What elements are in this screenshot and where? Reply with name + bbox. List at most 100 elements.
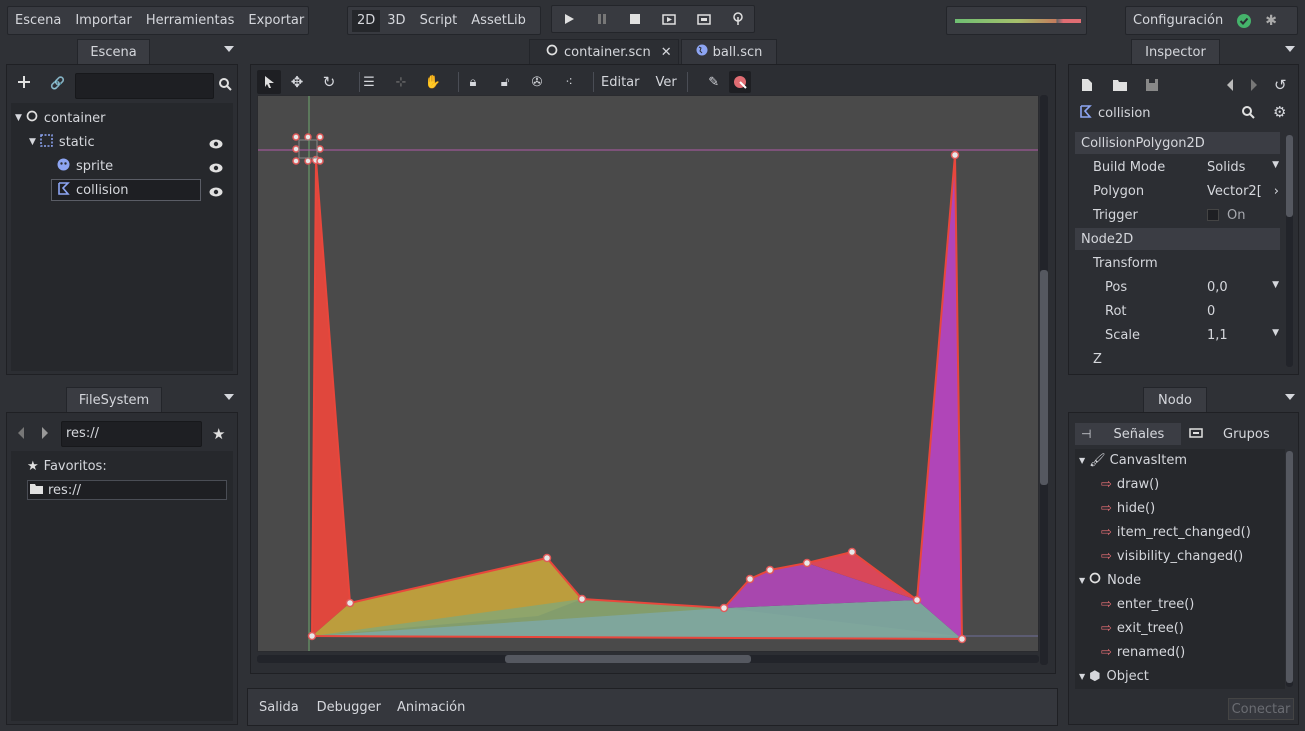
pivot-icon[interactable]: ⊹ bbox=[385, 75, 417, 90]
filesystem-dock-tab[interactable]: FileSystem bbox=[66, 387, 162, 412]
class-canvasitem[interactable]: ▼ 🖌︎ CanvasItem bbox=[1079, 449, 1187, 471]
vertical-scrollbar[interactable] bbox=[1040, 95, 1048, 665]
tree-item-static[interactable]: ▼ static bbox=[29, 131, 95, 153]
tab-signals[interactable]: ⊣ Señales bbox=[1075, 423, 1181, 445]
menu-export[interactable]: Exportar bbox=[241, 7, 311, 34]
mode-script[interactable]: Script bbox=[413, 7, 465, 34]
pencil-icon[interactable]: ✎ bbox=[699, 75, 729, 90]
close-icon[interactable]: ✕ bbox=[661, 45, 672, 60]
tab-container-scn[interactable]: container.scn ✕ bbox=[529, 39, 679, 64]
play-custom-icon[interactable] bbox=[690, 6, 718, 32]
build-mode-select[interactable]: Solids ▼ bbox=[1207, 160, 1279, 175]
signal-item[interactable]: ⇨ exit_tree() bbox=[1101, 617, 1184, 639]
group-icon[interactable]: ✇ bbox=[521, 75, 553, 90]
save-icon[interactable] bbox=[1145, 78, 1159, 96]
edit-menu[interactable]: Editar bbox=[601, 75, 640, 90]
visibility-eye-icon[interactable] bbox=[209, 162, 223, 177]
mode-2d[interactable]: 2D bbox=[352, 9, 381, 32]
deploy-icon[interactable] bbox=[725, 6, 751, 32]
pos-value[interactable]: 0,0 ▼ bbox=[1207, 280, 1279, 295]
search-icon[interactable] bbox=[219, 78, 232, 95]
unlock-icon[interactable]: 🔓︎ bbox=[489, 75, 521, 90]
menu-import[interactable]: Importar bbox=[68, 7, 138, 34]
ungroup-icon[interactable]: ⁖ bbox=[553, 75, 585, 90]
inspector-scroll-thumb[interactable] bbox=[1286, 135, 1293, 217]
output-tab[interactable]: Salida bbox=[259, 700, 299, 715]
signal-item[interactable]: ⇨ renamed() bbox=[1101, 641, 1185, 663]
signal-item[interactable]: ⇨ visibility_changed() bbox=[1101, 545, 1243, 567]
menu-tools[interactable]: Herramientas bbox=[139, 7, 242, 34]
new-resource-icon[interactable] bbox=[1081, 78, 1093, 96]
scene-search-input[interactable] bbox=[75, 73, 214, 99]
history-back-icon[interactable] bbox=[1226, 79, 1234, 95]
filesystem-dock-menu-icon[interactable] bbox=[224, 394, 234, 400]
class-object[interactable]: ▼ ⬢ Object bbox=[1079, 665, 1149, 687]
trigger-checkbox[interactable]: On bbox=[1207, 208, 1245, 223]
signals-scrollbar[interactable] bbox=[1286, 451, 1293, 687]
view-menu[interactable]: Ver bbox=[656, 75, 677, 90]
expand-arrow-icon[interactable]: ▼ bbox=[29, 137, 36, 147]
scale-value[interactable]: 1,1 ▼ bbox=[1207, 328, 1279, 343]
tree-item-collision[interactable]: collision bbox=[51, 179, 201, 201]
visibility-eye-icon[interactable] bbox=[209, 138, 223, 153]
polygon-value-button[interactable]: Vector2[› bbox=[1207, 184, 1279, 199]
expand-arrow-icon[interactable]: ▼ bbox=[15, 113, 22, 123]
forward-arrow-icon[interactable] bbox=[41, 427, 49, 443]
node-dock-tab[interactable]: Nodo bbox=[1143, 387, 1207, 412]
animation-tab[interactable]: Animación bbox=[397, 700, 465, 715]
erase-point-icon[interactable] bbox=[728, 71, 751, 93]
play-scene-icon[interactable] bbox=[655, 6, 683, 32]
play-icon[interactable] bbox=[556, 6, 582, 32]
list-select-icon[interactable]: ☰ bbox=[353, 75, 385, 90]
pan-tool-icon[interactable]: ✋ bbox=[417, 75, 449, 90]
viewport[interactable] bbox=[257, 95, 1039, 652]
inspector-dock-tab[interactable]: Inspector bbox=[1131, 39, 1220, 64]
vscroll-thumb[interactable] bbox=[1040, 270, 1048, 485]
link-icon[interactable]: 🔗 bbox=[50, 76, 65, 90]
hscroll-thumb[interactable] bbox=[505, 655, 751, 663]
menu-scene[interactable]: Escena bbox=[8, 7, 68, 34]
history-icon[interactable]: ↺ bbox=[1274, 76, 1287, 94]
class-node[interactable]: ▼ Node bbox=[1079, 569, 1141, 591]
debugger-tab[interactable]: Debugger bbox=[317, 700, 381, 715]
signal-item[interactable]: ⇨ item_rect_changed() bbox=[1101, 521, 1251, 543]
section-collisionpolygon2d[interactable]: CollisionPolygon2D bbox=[1075, 132, 1280, 154]
add-node-icon[interactable] bbox=[17, 75, 31, 93]
settings-button[interactable]: Configuración bbox=[1126, 7, 1230, 34]
signal-item[interactable]: ⇨ enter_tree() bbox=[1101, 593, 1194, 615]
stop-icon[interactable] bbox=[622, 6, 648, 32]
scene-dock-menu-icon[interactable] bbox=[224, 46, 234, 52]
back-arrow-icon[interactable] bbox=[17, 427, 25, 443]
favorite-star-icon[interactable]: ★ bbox=[212, 425, 225, 443]
property-search-icon[interactable] bbox=[1242, 106, 1255, 123]
object-menu-gear-icon[interactable]: ⚙ bbox=[1273, 103, 1286, 121]
move-tool-icon[interactable]: ✥ bbox=[281, 73, 313, 91]
mode-3d[interactable]: 3D bbox=[380, 7, 412, 34]
rotate-tool-icon[interactable]: ↻ bbox=[313, 73, 345, 91]
horizontal-scrollbar[interactable] bbox=[257, 655, 1039, 663]
section-node2d[interactable]: Node2D bbox=[1075, 228, 1280, 250]
rot-value[interactable]: 0 bbox=[1207, 304, 1215, 319]
scene-dock-tab[interactable]: Escena bbox=[77, 39, 150, 64]
path-input[interactable]: res:// bbox=[61, 421, 202, 447]
tree-item-container[interactable]: ▼ container bbox=[15, 107, 106, 129]
open-folder-icon[interactable] bbox=[1113, 79, 1127, 95]
select-tool-icon[interactable] bbox=[257, 70, 281, 94]
tree-item-sprite[interactable]: sprite bbox=[57, 155, 113, 177]
pause-icon[interactable] bbox=[589, 6, 615, 32]
group-z[interactable]: Z bbox=[1093, 348, 1102, 370]
tab-groups[interactable]: Grupos bbox=[1189, 423, 1289, 445]
tab-ball-scn[interactable]: ball.scn bbox=[681, 39, 777, 64]
file-item-res[interactable]: res:// bbox=[27, 480, 227, 500]
visibility-eye-icon[interactable] bbox=[209, 186, 223, 201]
signal-item[interactable]: ⇨ draw() bbox=[1101, 473, 1159, 495]
inspector-scrollbar[interactable] bbox=[1286, 135, 1293, 367]
group-transform[interactable]: Transform bbox=[1093, 252, 1158, 274]
node-dock-menu-icon[interactable] bbox=[1285, 394, 1295, 400]
signals-scroll-thumb[interactable] bbox=[1286, 451, 1293, 683]
inspector-menu-icon[interactable] bbox=[1285, 46, 1295, 52]
history-forward-icon[interactable] bbox=[1250, 79, 1258, 95]
lock-icon[interactable]: 🔒︎ bbox=[457, 75, 489, 90]
connect-button[interactable]: Conectar bbox=[1228, 698, 1294, 720]
mode-assetlib[interactable]: AssetLib bbox=[464, 7, 533, 34]
